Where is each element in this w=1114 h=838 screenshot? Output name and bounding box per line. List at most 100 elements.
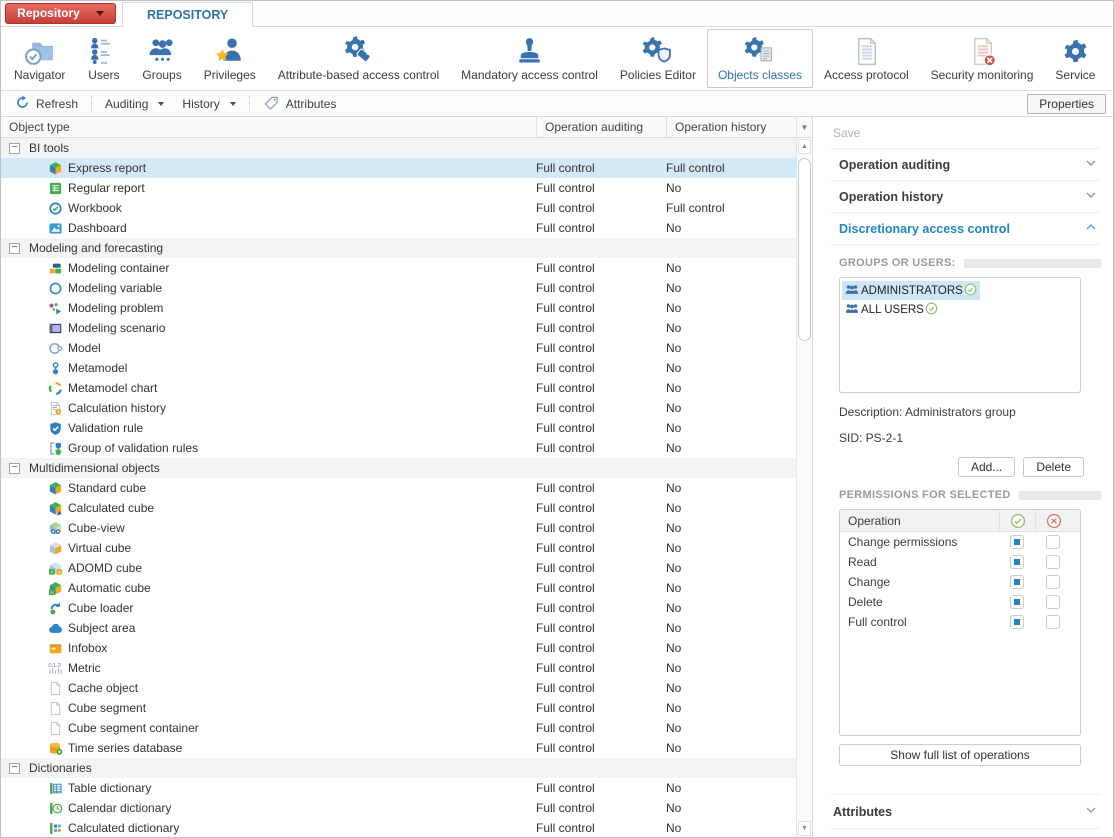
ribbon-item-security-monitoring[interactable]: Security monitoring (920, 29, 1045, 88)
properties-button[interactable]: Properties (1027, 93, 1106, 114)
collapse-expander-icon[interactable]: − (9, 242, 20, 254)
scroll-up-button[interactable]: ▲ (798, 139, 811, 154)
collapse-expander-icon[interactable]: − (9, 142, 20, 154)
collapse-expander-icon[interactable]: − (9, 462, 20, 474)
subject-area-icon (48, 621, 63, 636)
deny-checkbox[interactable] (1046, 595, 1060, 609)
operation-auditing-cell: Full control (536, 781, 595, 795)
table-row-calculation-history[interactable]: Calculation history Full control No (1, 398, 796, 418)
collapse-expander-icon[interactable]: − (9, 762, 20, 774)
auditing-dropdown[interactable]: Auditing (96, 94, 173, 114)
repository-menu-button[interactable]: Repository (5, 2, 116, 24)
table-row-cube-loader[interactable]: Cube loader Full control No (1, 598, 796, 618)
ribbon-item-users[interactable]: Users (76, 29, 131, 88)
table-row-infobox[interactable]: Infobox Full control No (1, 638, 796, 658)
object-type-cell: Cache object (1, 681, 536, 696)
table-row-bi-tools[interactable]: − BI tools (1, 138, 796, 158)
table-row-model[interactable]: Model Full control No (1, 338, 796, 358)
table-row-cube-segment[interactable]: Cube segment Full control No (1, 698, 796, 718)
table-row-regular-report[interactable]: Regular report Full control No (1, 178, 796, 198)
table-row-virtual-cube[interactable]: Virtual cube Full control No (1, 538, 796, 558)
deny-checkbox[interactable] (1046, 615, 1060, 629)
ribbon-item-mandatory-access-control[interactable]: Mandatory access control (450, 29, 609, 88)
history-dropdown[interactable]: History (173, 94, 244, 114)
table-row-multidimensional-objects[interactable]: − Multidimensional objects (1, 458, 796, 478)
ribbon-item-navigator[interactable]: Navigator (3, 29, 76, 88)
section-discretionary-access-control[interactable]: Discretionary access control (831, 213, 1101, 245)
table-row-table-dictionary[interactable]: Table dictionary Full control No (1, 778, 796, 798)
table-row-express-report[interactable]: Express report Full control Full control (1, 158, 796, 178)
add-button[interactable]: Add... (957, 457, 1016, 477)
deny-checkbox[interactable] (1046, 575, 1060, 589)
table-row-metric[interactable]: 0.1.2 Metric Full control No (1, 658, 796, 678)
tab-bar: Repository REPOSITORY (1, 1, 1113, 27)
automatic-cube-icon: A (48, 581, 63, 596)
ribbon-item-attribute-based-access-control[interactable]: Attribute-based access control (267, 29, 450, 88)
object-type-label: Virtual cube (68, 541, 132, 555)
ribbon-item-groups[interactable]: Groups (131, 29, 192, 88)
attributes-button[interactable]: Attributes (254, 92, 346, 116)
allow-checkbox[interactable] (1010, 595, 1024, 609)
table-row-cube-segment-container[interactable]: Cube segment container Full control No (1, 718, 796, 738)
table-row-dictionaries[interactable]: − Dictionaries (1, 758, 796, 778)
group-list-item-all-users[interactable]: ALL USERS (842, 300, 941, 319)
section-attributes[interactable]: Attributes (831, 794, 1101, 829)
scroll-down-button[interactable]: ▼ (798, 821, 811, 836)
history-label: History (182, 96, 220, 111)
table-row-standard-cube[interactable]: Standard cube Full control No (1, 478, 796, 498)
table-row-cube-view[interactable]: Cube-view Full control No (1, 518, 796, 538)
allow-checkbox[interactable] (1010, 575, 1024, 589)
table-row-metamodel-chart[interactable]: Metamodel chart Full control No (1, 378, 796, 398)
table-row-modeling-scenario[interactable]: Modeling scenario Full control No (1, 318, 796, 338)
show-full-list-button[interactable]: Show full list of operations (839, 744, 1081, 766)
tab-repository[interactable]: REPOSITORY (122, 2, 254, 27)
ribbon-item-label: Security monitoring (930, 68, 1034, 82)
table-row-subject-area[interactable]: Subject area Full control No (1, 618, 796, 638)
permission-row-read: Read (840, 552, 1080, 572)
ribbon-item-objects-classes[interactable]: Objects classes (706, 29, 813, 88)
chevron-down-icon (95, 10, 104, 16)
allow-checkbox[interactable] (1010, 535, 1024, 549)
column-header-object-type[interactable]: Object type (1, 117, 536, 137)
column-header-operation-history[interactable]: Operation history (666, 117, 796, 137)
ribbon-item-privileges[interactable]: Privileges (193, 29, 267, 88)
groups-users-list[interactable]: ADMINISTRATORS ALL USERS (839, 277, 1081, 393)
table-row-modeling-and-forecasting[interactable]: − Modeling and forecasting (1, 238, 796, 258)
modeling-container-icon (48, 261, 63, 276)
allow-checkbox[interactable] (1010, 555, 1024, 569)
delete-button[interactable]: Delete (1023, 457, 1084, 477)
table-row-calendar-dictionary[interactable]: Calendar dictionary Full control No (1, 798, 796, 818)
table-row-metamodel[interactable]: Metamodel Full control No (1, 358, 796, 378)
table-row-validation-rule[interactable]: Validation rule Full control No (1, 418, 796, 438)
table-row-modeling-problem[interactable]: Modeling problem Full control No (1, 298, 796, 318)
table-row-adomd-cube[interactable]: Aa ADOMD cube Full control No (1, 558, 796, 578)
allow-checkbox[interactable] (1010, 615, 1024, 629)
scrollbar-track[interactable] (797, 155, 812, 821)
table-row-dashboard[interactable]: Dashboard Full control No (1, 218, 796, 238)
ribbon-item-policies-editor[interactable]: Policies Editor (609, 29, 707, 88)
permissions-header: Operation (840, 510, 1080, 532)
column-menu-button[interactable]: ▼ (797, 117, 812, 138)
scrollbar-thumb[interactable] (798, 158, 811, 341)
table-row-calculated-dictionary[interactable]: Calculated dictionary Full control No (1, 818, 796, 837)
deny-checkbox[interactable] (1046, 535, 1060, 549)
ribbon-item-access-protocol[interactable]: Access protocol (813, 29, 920, 88)
column-header-operation-auditing[interactable]: Operation auditing (536, 117, 666, 137)
table-row-modeling-container[interactable]: Modeling container Full control No (1, 258, 796, 278)
table-row-time-series-database[interactable]: Time series database Full control No (1, 738, 796, 758)
group-list-item-administrators[interactable]: ADMINISTRATORS (842, 281, 980, 300)
deny-checkbox[interactable] (1046, 555, 1060, 569)
section-operation-history[interactable]: Operation history (831, 181, 1101, 213)
table-row-modeling-variable[interactable]: Modeling variable Full control No (1, 278, 796, 298)
table-row-calculated-cube[interactable]: Calculated cube Full control No (1, 498, 796, 518)
table-row-group-of-validation-rules[interactable]: Group of validation rules Full control No (1, 438, 796, 458)
svg-text:0.1.2: 0.1.2 (48, 663, 60, 669)
section-operation-auditing[interactable]: Operation auditing (831, 149, 1101, 181)
table-row-workbook[interactable]: Workbook Full control Full control (1, 198, 796, 218)
refresh-button[interactable]: Refresh (6, 92, 87, 116)
table-row-automatic-cube[interactable]: A Automatic cube Full control No (1, 578, 796, 598)
table-row-cache-object[interactable]: Cache object Full control No (1, 678, 796, 698)
refresh-icon (15, 94, 30, 113)
save-button[interactable]: Save (831, 117, 1101, 149)
ribbon-item-service[interactable]: Service (1044, 29, 1106, 88)
